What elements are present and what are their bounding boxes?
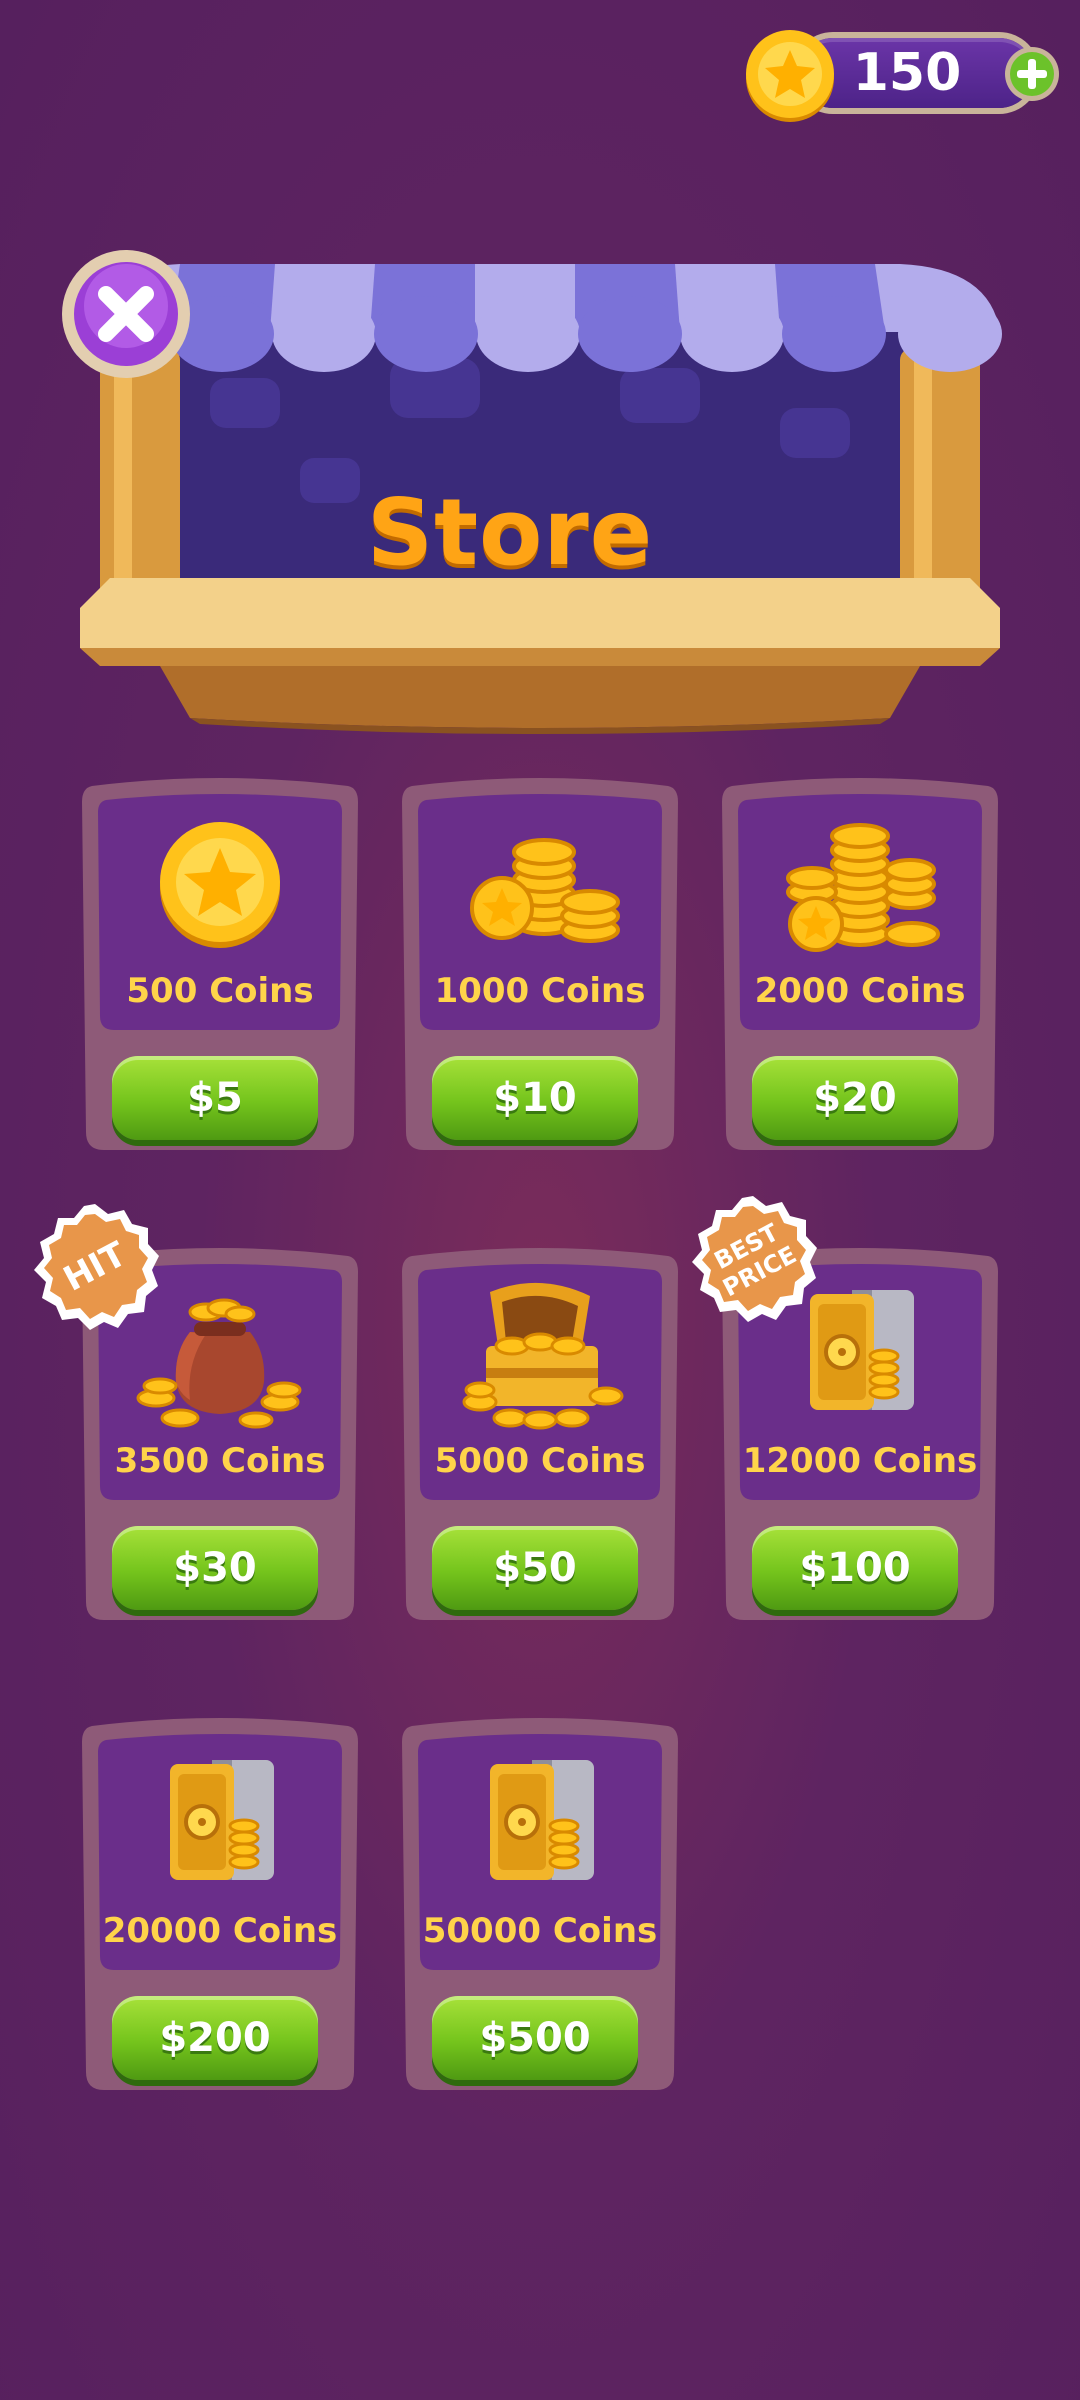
page-title: Store (366, 479, 654, 586)
best-price-badge: BEST PRICE (686, 1192, 820, 1326)
coin-balance: 150 (742, 28, 1059, 122)
plus-icon[interactable] (1004, 46, 1060, 102)
product-card-50000-coins: 50000 Coins $500 (398, 1712, 682, 2096)
product-card-20000-coins: 20000 Coins $200 (78, 1712, 362, 2096)
product-label: 50000 Coins (422, 1911, 658, 1951)
buy-button-500[interactable]: $500 (432, 1996, 638, 2080)
product-card-2000-coins: 2000 Coins $20 (718, 772, 1002, 1156)
buy-button-50[interactable]: $50 (432, 1526, 638, 1610)
buy-button-200[interactable]: $200 (112, 1996, 318, 2080)
product-label: 3500 Coins (114, 1441, 326, 1481)
product-label: 20000 Coins (102, 1911, 338, 1951)
product-card-5000-coins: 5000 Coins $50 (398, 1242, 682, 1626)
safe-icon (490, 1760, 594, 1880)
hit-badge: HIT (28, 1200, 162, 1334)
treasure-chest-icon (462, 1282, 624, 1430)
product-card-1000-coins: 1000 Coins $10 (398, 772, 682, 1156)
product-label: 1000 Coins (434, 971, 646, 1011)
buy-button-100[interactable]: $100 (752, 1526, 958, 1610)
product-label: 500 Coins (126, 971, 314, 1011)
buy-button-30[interactable]: $30 (112, 1526, 318, 1610)
buy-button-10[interactable]: $10 (432, 1056, 638, 1140)
store-header: Store (60, 248, 1020, 740)
safe-icon (170, 1760, 274, 1880)
product-card-500-coins: 500 Coins $5 (78, 772, 362, 1156)
coin-pile-icon (786, 823, 940, 952)
coin-stack-icon (470, 838, 620, 943)
buy-button-5[interactable]: $5 (112, 1056, 318, 1140)
product-label: 5000 Coins (434, 1441, 646, 1481)
gold-coin-icon (746, 30, 834, 122)
product-label: 12000 Coins (742, 1441, 978, 1481)
balance-value: 150 (852, 43, 962, 103)
product-label: 2000 Coins (754, 971, 966, 1011)
single-coin-icon (160, 822, 280, 948)
close-icon[interactable] (60, 248, 192, 380)
buy-button-20[interactable]: $20 (752, 1056, 958, 1140)
